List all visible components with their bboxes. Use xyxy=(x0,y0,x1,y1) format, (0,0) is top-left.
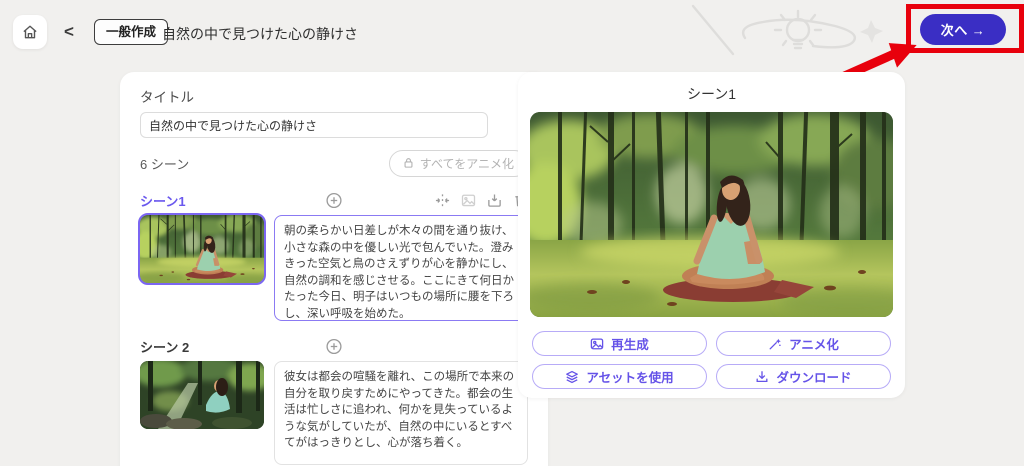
add-scene-button[interactable] xyxy=(326,338,343,355)
add-scene-button[interactable] xyxy=(326,192,343,209)
use-assets-button[interactable]: アセットを使用 xyxy=(532,364,707,389)
split-scene-icon[interactable] xyxy=(435,193,450,208)
preview-scene-title: シーン1 xyxy=(518,84,905,104)
regenerate-label: 再生成 xyxy=(611,334,649,353)
image-icon xyxy=(461,193,476,208)
lock-icon xyxy=(403,157,414,169)
back-button[interactable]: < xyxy=(58,20,80,44)
layers-icon xyxy=(565,370,579,384)
animate-button[interactable]: アニメ化 xyxy=(716,331,891,356)
animate-all-button[interactable]: すべてをアニメ化 xyxy=(389,150,528,177)
scene-2-text[interactable]: 彼女は都会の喧騒を離れ、この場所で本来の自分を取り戻すためにやってきた。都会の生… xyxy=(274,361,528,465)
scene-2-header: シーン 2 xyxy=(140,336,528,356)
scene-1-row: 朝の柔らかい日差しが木々の間を通り抜け、小さな森の中を優しい光で包んでいた。澄み… xyxy=(140,215,528,321)
star-doodle xyxy=(860,20,883,43)
scene-2-row: 彼女は都会の喧騒を離れ、この場所で本来の自分を取り戻すためにやってきた。都会の生… xyxy=(140,361,528,465)
regenerate-button[interactable]: 再生成 xyxy=(532,331,707,356)
scene-1-header: シーン1 xyxy=(140,190,528,210)
title-input[interactable] xyxy=(140,112,488,138)
image-icon xyxy=(590,337,604,351)
scene-1-text[interactable]: 朝の柔らかい日差しが木々の間を通り抜け、小さな森の中を優しい光で包んでいた。澄み… xyxy=(274,215,528,321)
app-window: < 一般作成 自然の中で見つけた心の静けさ 次へ → タイトル 6 シーン xyxy=(0,0,1024,466)
animate-all-label: すべてをアニメ化 xyxy=(420,155,514,172)
scene-count-label: 6 シーン xyxy=(140,154,189,173)
next-button[interactable]: 次へ → xyxy=(920,14,1006,45)
home-button[interactable] xyxy=(13,15,47,49)
download-button[interactable]: ダウンロード xyxy=(716,364,891,389)
scene-1-thumbnail[interactable] xyxy=(140,215,264,283)
scene-list-panel: タイトル 6 シーン すべてをアニメ化 シーン1 xyxy=(120,72,548,466)
animate-label: アニメ化 xyxy=(789,334,839,353)
chevron-left-icon: < xyxy=(64,22,74,42)
use-assets-label: アセットを使用 xyxy=(586,367,673,386)
title-field-label: タイトル xyxy=(140,86,528,106)
wand-icon xyxy=(768,337,782,351)
scene-preview-panel: シーン1 再生成 xyxy=(518,72,905,398)
page-title: 自然の中で見つけた心の静けさ xyxy=(162,24,358,44)
lightbulb-doodle xyxy=(685,0,903,64)
scene-1-label: シーン1 xyxy=(140,191,186,210)
scene-2-label: シーン 2 xyxy=(140,337,189,356)
scene-2-thumbnail[interactable] xyxy=(140,361,264,429)
scene-preview-image xyxy=(530,112,893,317)
download-icon xyxy=(755,370,769,384)
import-icon[interactable] xyxy=(487,193,502,208)
home-icon xyxy=(21,23,39,41)
download-label: ダウンロード xyxy=(776,367,851,386)
mode-badge: 一般作成 xyxy=(94,19,168,45)
